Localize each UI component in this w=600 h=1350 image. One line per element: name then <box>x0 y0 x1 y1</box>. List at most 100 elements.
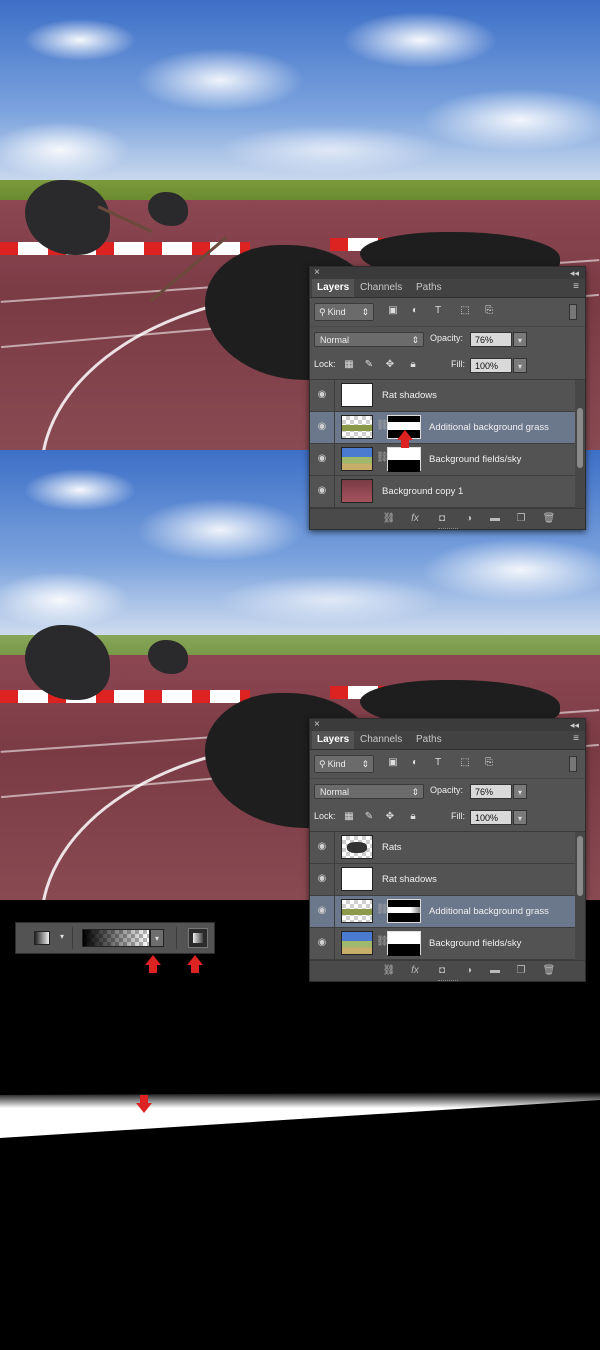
layer-scrollbar[interactable] <box>575 380 585 508</box>
filter-toggle[interactable] <box>569 756 577 772</box>
eye-icon[interactable]: ◉ <box>315 453 329 465</box>
layer-mask-thumbnail[interactable] <box>387 447 421 472</box>
link-layers-icon[interactable]: ⛓ <box>382 964 396 978</box>
panel-resize-grip[interactable] <box>438 528 458 532</box>
link-layers-icon[interactable]: ⛓ <box>382 512 396 526</box>
layer-thumbnail <box>341 383 373 407</box>
fill-input[interactable]: 100% <box>470 358 512 373</box>
lock-move-icon[interactable]: ✥ <box>383 358 397 372</box>
close-icon[interactable]: × <box>314 719 320 731</box>
fx-icon[interactable]: fx <box>408 964 422 978</box>
layer-scrollbar[interactable] <box>575 832 585 960</box>
lock-row: Lock: ▦ ✎ ✥ 🔒︎ Fill: 100% ▾ <box>310 353 585 379</box>
eye-icon[interactable]: ◉ <box>315 905 329 917</box>
eye-icon[interactable]: ◉ <box>315 485 329 497</box>
new-group-icon[interactable]: ▬ <box>488 512 502 526</box>
layer-mask-thumbnail[interactable] <box>387 931 421 956</box>
layer-list: ◉ Rat shadows ◉ ⛓ Additional background … <box>310 379 585 508</box>
mask-icon[interactable]: ◘ <box>435 512 449 526</box>
tab-channels[interactable]: Channels <box>355 731 407 749</box>
chevron-down-icon[interactable]: ▾ <box>60 932 64 941</box>
eye-icon[interactable]: ◉ <box>315 421 329 433</box>
eye-icon[interactable]: ◉ <box>315 937 329 949</box>
blend-mode-select[interactable]: Normal ⇕ <box>314 332 424 347</box>
lock-brush-icon[interactable]: ✎ <box>362 358 376 372</box>
mask-icon[interactable]: ◘ <box>435 964 449 978</box>
panel-menu-icon[interactable]: ≡ <box>573 733 579 744</box>
layer-mask-thumbnail[interactable] <box>387 899 421 923</box>
panel-resize-grip[interactable] <box>438 980 458 984</box>
eye-icon[interactable]: ◉ <box>315 841 329 853</box>
layer-row[interactable]: ◉ Rat shadows <box>310 380 585 412</box>
tab-channels[interactable]: Channels <box>355 279 407 297</box>
tab-paths[interactable]: Paths <box>411 279 447 297</box>
lock-transparent-icon[interactable]: ▦ <box>342 810 356 824</box>
layer-row[interactable]: ◉ Rat shadows <box>310 864 585 896</box>
adjustment-filter-icon[interactable]: ◐ <box>408 305 422 317</box>
eye-icon[interactable]: ◉ <box>315 873 329 885</box>
smart-object-filter-icon[interactable]: ⎘ <box>482 757 496 769</box>
adjustment-filter-icon[interactable]: ◐ <box>408 757 422 769</box>
panel-titlebar[interactable]: × ◂◂ <box>310 719 585 731</box>
fill-input[interactable]: 100% <box>470 810 512 825</box>
gradient-tool-icon[interactable] <box>34 931 50 945</box>
layer-row-selected[interactable]: ◉ ⛓ Additional background grass <box>310 412 585 444</box>
lock-transparent-icon[interactable]: ▦ <box>342 358 356 372</box>
type-filter-icon[interactable]: T <box>431 757 445 769</box>
layer-row[interactable]: ◉ Background copy 1 <box>310 476 585 508</box>
new-layer-icon[interactable]: ❐ <box>514 964 528 978</box>
adjustment-layer-icon[interactable]: ◑ <box>462 512 476 526</box>
eye-icon[interactable]: ◉ <box>315 389 329 401</box>
fill-label: Fill: <box>451 811 465 821</box>
layer-row[interactable]: ◉ Rats <box>310 832 585 864</box>
image-filter-icon[interactable]: ▣ <box>386 757 400 769</box>
fill-dropdown[interactable]: ▾ <box>513 810 527 825</box>
updown-icon: ⇕ <box>411 787 419 797</box>
lock-all-icon[interactable]: 🔒︎ <box>406 358 420 372</box>
panel-titlebar[interactable]: × ◂◂ <box>310 267 585 279</box>
type-filter-icon[interactable]: T <box>431 305 445 317</box>
collapse-icon[interactable]: ◂◂ <box>570 267 579 279</box>
panel-menu-icon[interactable]: ≡ <box>573 281 579 292</box>
fill-dropdown[interactable]: ▾ <box>513 358 527 373</box>
layers-panel-bottom: × ◂◂ Layers Channels Paths ≡ ⚲ Kind ⇕ ▣ ◐ … <box>309 718 586 982</box>
opacity-input[interactable]: 76% <box>470 784 512 799</box>
layer-name: Rat shadows <box>382 390 437 401</box>
panel-footer: ⛓ fx ◘ ◑ ▬ ❐ 🗑︎ <box>310 960 585 981</box>
layer-row[interactable]: ◉ ⛓ Background fields/sky <box>310 928 585 960</box>
filter-kind-select[interactable]: ⚲ Kind ⇕ <box>314 303 374 321</box>
layer-row[interactable]: ◉ ⛓ Background fields/sky <box>310 444 585 476</box>
layer-row-selected[interactable]: ◉ ⛓ Additional background grass <box>310 896 585 928</box>
gradient-picker-dropdown[interactable]: ▾ <box>150 929 164 947</box>
trash-icon[interactable]: 🗑︎ <box>542 512 556 526</box>
tab-layers[interactable]: Layers <box>312 731 355 749</box>
new-group-icon[interactable]: ▬ <box>488 964 502 978</box>
blend-mode-select[interactable]: Normal ⇕ <box>314 784 424 799</box>
collapse-icon[interactable]: ◂◂ <box>570 719 579 731</box>
lock-move-icon[interactable]: ✥ <box>383 810 397 824</box>
linear-gradient-button[interactable] <box>188 928 208 948</box>
close-icon[interactable]: × <box>314 267 320 279</box>
trash-icon[interactable]: 🗑︎ <box>542 964 556 978</box>
shape-filter-icon[interactable]: ⬚ <box>458 305 472 317</box>
opacity-dropdown[interactable]: ▾ <box>513 332 527 347</box>
gradient-picker[interactable] <box>82 929 150 947</box>
opacity-dropdown[interactable]: ▾ <box>513 784 527 799</box>
adjustment-layer-icon[interactable]: ◑ <box>462 964 476 978</box>
lock-label: Lock: <box>314 359 336 369</box>
filter-kind-select[interactable]: ⚲ Kind ⇕ <box>314 755 374 773</box>
filter-toggle[interactable] <box>569 304 577 320</box>
opacity-input[interactable]: 76% <box>470 332 512 347</box>
layer-thumbnail <box>341 447 373 471</box>
smart-object-filter-icon[interactable]: ⎘ <box>482 305 496 317</box>
fx-icon[interactable]: fx <box>408 512 422 526</box>
new-layer-icon[interactable]: ❐ <box>514 512 528 526</box>
sky <box>0 0 600 200</box>
layer-thumbnail <box>341 415 373 439</box>
tab-layers[interactable]: Layers <box>312 279 355 297</box>
lock-brush-icon[interactable]: ✎ <box>362 810 376 824</box>
tab-paths[interactable]: Paths <box>411 731 447 749</box>
lock-all-icon[interactable]: 🔒︎ <box>406 810 420 824</box>
image-filter-icon[interactable]: ▣ <box>386 305 400 317</box>
shape-filter-icon[interactable]: ⬚ <box>458 757 472 769</box>
